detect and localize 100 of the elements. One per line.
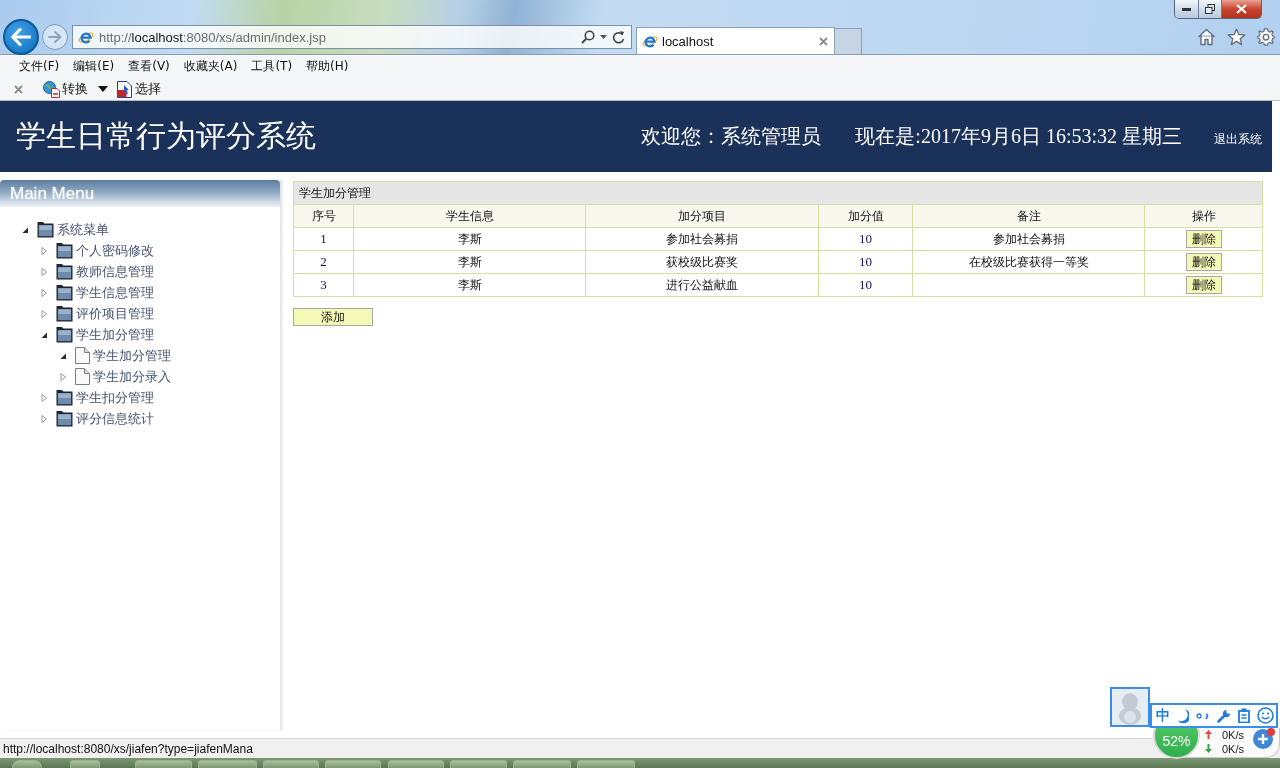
folder-icon: [56, 242, 73, 259]
menu-item[interactable]: 工具(T): [244, 58, 300, 75]
menu-item[interactable]: 收藏夹(A): [176, 58, 245, 75]
settings-icon[interactable]: [1257, 28, 1275, 46]
delete-button[interactable]: 删除: [1185, 230, 1222, 248]
arrow-up-icon: [1205, 730, 1212, 739]
e-logo-icon: [642, 33, 658, 49]
menu-item[interactable]: 个人密码修改: [76, 241, 154, 260]
menu-item[interactable]: 查看(V): [121, 58, 177, 75]
notification-dot-icon: [1267, 728, 1275, 736]
menu-item[interactable]: 文件(F): [12, 58, 67, 75]
table-cell: 李斯: [353, 227, 586, 251]
menu-item[interactable]: 系统菜单: [57, 220, 109, 239]
column-header: 操作: [1144, 204, 1263, 228]
table-cell: 李斯: [353, 250, 586, 274]
home-icon[interactable]: [1197, 28, 1216, 46]
upload-rate: 0K/s: [1222, 729, 1244, 741]
wrench-icon[interactable]: [1217, 708, 1231, 723]
datetime-text: 现在是:2017年9月6日 16:53:32 星期三: [855, 124, 1182, 149]
address-field[interactable]: http://localhost:8080/xs/admin/index.jsp: [72, 25, 632, 49]
refresh-icon[interactable]: [612, 30, 625, 44]
column-header: 加分项目: [585, 204, 819, 228]
menu-item[interactable]: 学生扣分管理: [76, 388, 154, 407]
start-button[interactable]: [12, 760, 42, 768]
table-cell: 10: [818, 273, 913, 297]
folder-icon: [56, 263, 73, 280]
e-logo-icon: [78, 29, 94, 45]
table-cell: 3: [293, 273, 354, 297]
menu-item[interactable]: 教师信息管理: [76, 262, 154, 281]
moon-icon[interactable]: [1177, 708, 1189, 723]
menu-item[interactable]: 评价项目管理: [76, 304, 154, 323]
avatar-icon[interactable]: [1110, 687, 1150, 727]
folder-icon: [37, 221, 54, 238]
table-cell: 1: [293, 227, 354, 251]
table-cell: 2: [293, 250, 354, 274]
delete-button[interactable]: 删除: [1185, 276, 1222, 294]
folder-icon: [56, 326, 73, 343]
close-icon: [1236, 4, 1247, 14]
search-icon[interactable]: [581, 30, 595, 44]
table-cell: 参加社会募捐: [912, 227, 1145, 251]
forward-button[interactable]: [42, 24, 68, 50]
menu-item[interactable]: 学生加分管理: [76, 325, 154, 344]
column-header: 学生信息: [353, 204, 586, 228]
column-header: 备注: [912, 204, 1145, 228]
file-icon: [75, 347, 90, 364]
expand-triangle-icon[interactable]: [39, 308, 49, 319]
expand-triangle-icon[interactable]: [39, 245, 49, 256]
close-icon[interactable]: [14, 84, 23, 94]
table-cell: 在校级比赛获得一等奖: [912, 250, 1145, 274]
folder-icon: [56, 284, 73, 301]
add-button[interactable]: 添加: [293, 308, 373, 326]
folder-icon: [56, 305, 73, 322]
folder-icon: [56, 389, 73, 406]
menu-item[interactable]: 编辑(E): [66, 58, 122, 75]
star-icon[interactable]: [1227, 28, 1246, 46]
menu-item[interactable]: 评分信息统计: [76, 409, 154, 428]
table-cell: 李斯: [353, 273, 586, 297]
new-tab-button[interactable]: [835, 28, 862, 54]
menu-item[interactable]: 帮助(H): [299, 58, 356, 75]
toolbar-button[interactable]: 选择: [116, 80, 161, 98]
minimize-icon: [1182, 7, 1191, 11]
table-cell: 获校级比赛奖: [585, 250, 819, 274]
close-button[interactable]: [1221, 0, 1261, 18]
plus-icon: [1258, 734, 1268, 744]
minimize-button[interactable]: [1175, 0, 1198, 18]
menu-item[interactable]: 学生加分管理: [93, 346, 171, 365]
table-cell: 10: [818, 227, 913, 251]
smiley-icon[interactable]: [1257, 707, 1274, 724]
browser-tab[interactable]: localhost: [636, 27, 835, 54]
delete-button[interactable]: 删除: [1185, 253, 1222, 271]
arrow-down-icon: [1205, 744, 1212, 753]
input-mode-toggle[interactable]: 中: [1156, 706, 1170, 725]
caret-icon[interactable]: [600, 35, 607, 39]
expand-triangle-icon[interactable]: [39, 413, 49, 424]
menu-item[interactable]: 学生信息管理: [76, 283, 154, 302]
site-title: 学生日常行为评分系统: [16, 117, 316, 155]
table-cell: 10: [818, 250, 913, 274]
arrow-right-icon: [48, 31, 62, 43]
logout-link[interactable]: 退出系统: [1214, 131, 1262, 148]
back-button[interactable]: [3, 19, 39, 55]
arrow-left-icon: [11, 28, 31, 46]
status-text: http://localhost:8080/xs/jiafen?type=jiafenMana: [3, 741, 253, 756]
toolbar-button[interactable]: 转换: [43, 80, 88, 98]
expand-triangle-icon[interactable]: [39, 392, 49, 403]
clipboard-icon[interactable]: [1238, 708, 1250, 723]
caret-icon[interactable]: [98, 86, 108, 92]
table-title: 学生加分管理: [293, 181, 1263, 205]
expand-triangle-icon[interactable]: [39, 287, 49, 298]
expand-triangle-icon[interactable]: [58, 371, 68, 382]
expand-triangle-icon[interactable]: [39, 266, 49, 277]
table-cell: 进行公益献血: [585, 273, 819, 297]
punctuation-icon[interactable]: [1196, 710, 1210, 721]
welcome-text: 欢迎您：系统管理员: [641, 124, 822, 149]
download-rate: 0K/s: [1222, 743, 1244, 755]
menu-item[interactable]: 学生加分录入: [93, 367, 171, 386]
restore-icon: [1205, 4, 1215, 14]
menu-title: Main Menu: [0, 180, 280, 207]
folder-icon: [56, 410, 73, 427]
close-icon[interactable]: [819, 36, 828, 46]
restore-button[interactable]: [1198, 0, 1221, 18]
